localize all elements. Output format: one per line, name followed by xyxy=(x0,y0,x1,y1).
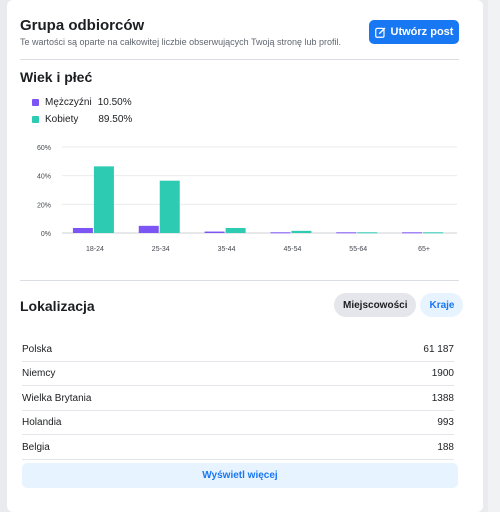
legend-men: Mężczyźni 10.50% xyxy=(32,97,132,108)
legend-men-value: 10.50% xyxy=(97,97,132,108)
y-tick-label: 40% xyxy=(37,174,51,181)
x-tick-label: 55-64 xyxy=(349,246,367,253)
women-bar-35-44[interactable] xyxy=(225,227,246,233)
location-name: Wielka Brytania xyxy=(22,393,92,404)
scrollbar[interactable] xyxy=(488,0,500,512)
x-tick-label: 45-54 xyxy=(283,246,301,253)
men-bar-35-44[interactable] xyxy=(204,231,225,233)
location-title: Lokalizacja xyxy=(20,298,95,314)
location-row: Niemcy 1900 xyxy=(22,362,454,386)
location-value: 1900 xyxy=(431,368,454,379)
divider xyxy=(20,280,459,281)
location-row: Belgia 188 xyxy=(22,436,454,460)
location-row: Holandia 993 xyxy=(22,411,454,435)
location-row: Wielka Brytania 1388 xyxy=(22,387,454,411)
women-bar-18-24[interactable] xyxy=(93,166,114,233)
y-tick-label: 20% xyxy=(37,202,51,209)
men-bar-45-54[interactable] xyxy=(270,232,291,234)
location-name: Niemcy xyxy=(22,368,56,379)
location-value: 61 187 xyxy=(423,344,454,355)
divider xyxy=(20,59,459,60)
men-bar-18-24[interactable] xyxy=(72,227,93,233)
age-gender-chart: 0% 20% 40% 60% 18-24 25-34 35-44 45-54 55-64 65+ xyxy=(37,145,457,253)
location-value: 993 xyxy=(437,417,454,428)
location-name: Belgia xyxy=(22,442,50,453)
audience-card: Grupa odbiorców Te wartości są oparte na… xyxy=(7,0,483,512)
men-bar-25-34[interactable] xyxy=(138,225,159,233)
location-name: Holandia xyxy=(22,417,62,428)
x-tick-label: 18-24 xyxy=(86,246,104,253)
x-tick-label: 65+ xyxy=(418,246,430,253)
women-bar-45-54[interactable] xyxy=(291,230,312,233)
location-row: Polska 61 187 xyxy=(22,338,454,362)
age-gender-title: Wiek i płeć xyxy=(20,69,93,85)
women-swatch xyxy=(32,116,39,123)
location-tabs: Miejscowości Kraje xyxy=(334,293,464,317)
tab-countries[interactable]: Kraje xyxy=(420,293,464,317)
x-tick-label: 25-34 xyxy=(152,246,170,253)
create-post-button[interactable]: Utwórz post xyxy=(369,20,459,44)
legend-women-label: Kobiety xyxy=(45,114,79,125)
women-bar-25-34[interactable] xyxy=(159,180,180,233)
location-value: 1388 xyxy=(431,393,454,404)
y-tick-label: 0% xyxy=(41,231,51,238)
legend-men-label: Mężczyźni xyxy=(45,97,92,108)
men-bar-65+[interactable] xyxy=(402,232,423,234)
page-subtitle: Te wartości są oparte na całkowitej licz… xyxy=(20,37,341,47)
women-bar-65+[interactable] xyxy=(423,232,444,234)
women-bar-55-64[interactable] xyxy=(357,232,378,234)
edit-icon xyxy=(374,27,385,38)
page-title: Grupa odbiorców xyxy=(20,17,145,34)
create-post-label: Utwórz post xyxy=(390,26,454,38)
show-more-button[interactable]: Wyświetl więcej xyxy=(22,463,458,488)
location-value: 188 xyxy=(437,442,454,453)
men-bar-55-64[interactable] xyxy=(336,232,357,234)
y-tick-label: 60% xyxy=(37,145,51,152)
x-tick-label: 35-44 xyxy=(218,246,236,253)
legend-women: Kobiety 89.50% xyxy=(32,114,132,125)
men-swatch xyxy=(32,99,39,106)
legend-women-value: 89.50% xyxy=(98,114,133,125)
location-name: Polska xyxy=(22,344,53,355)
tab-cities[interactable]: Miejscowości xyxy=(334,293,417,317)
